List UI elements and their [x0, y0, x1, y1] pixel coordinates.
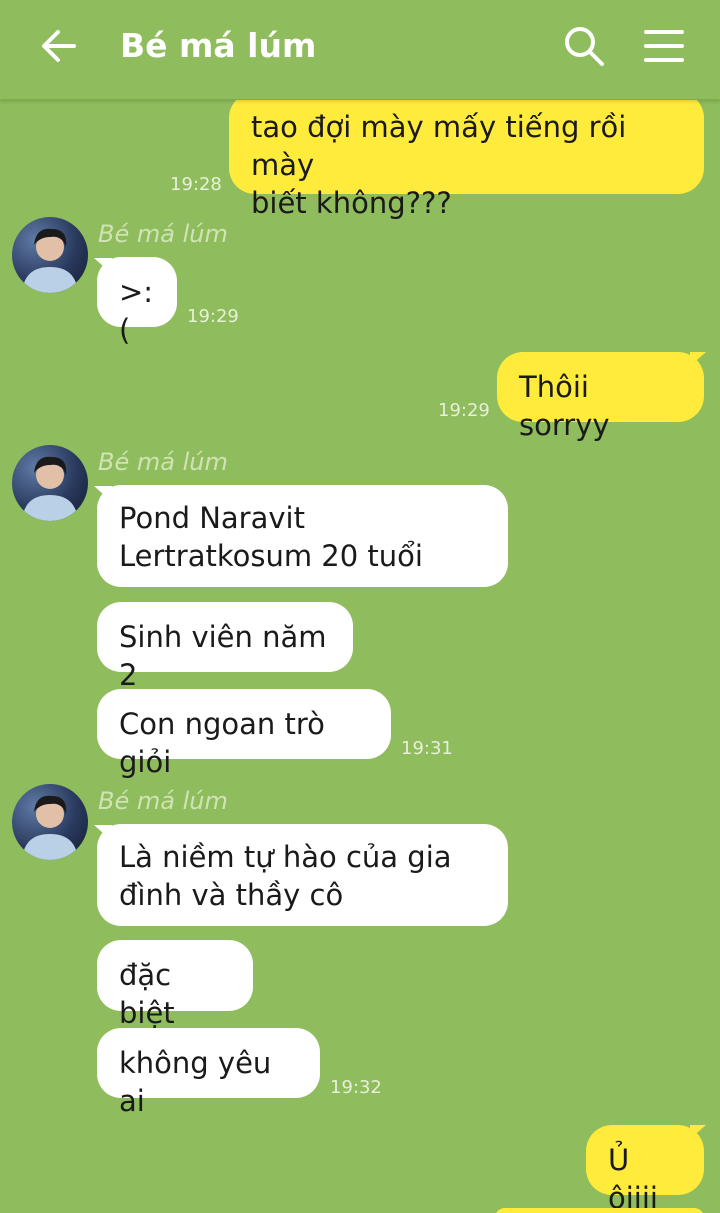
- bubble-tail: [690, 352, 706, 366]
- message-time: 19:29: [438, 400, 490, 421]
- message-bubble-incoming[interactable]: Là niềm tự hào của gia đình và thầy cô: [97, 824, 508, 926]
- message-bubble-incoming[interactable]: >:(: [97, 257, 177, 347]
- message-bubble-outgoing[interactable]: Thôii sorryy: [497, 352, 704, 442]
- sender-name: Bé má lúm: [98, 220, 228, 248]
- message-bubble-outgoing-partial: [495, 1208, 704, 1213]
- bubble-tail: [690, 1125, 706, 1139]
- arrow-left-icon: [42, 30, 76, 62]
- sender-name: Bé má lúm: [98, 787, 228, 815]
- message-bubble-incoming[interactable]: đặc biệt: [97, 940, 253, 1030]
- search-button[interactable]: [562, 24, 606, 68]
- contact-avatar[interactable]: [12, 445, 88, 521]
- contact-avatar[interactable]: [12, 217, 88, 293]
- message-bubble-outgoing[interactable]: Ủ ôiiii: [586, 1125, 704, 1213]
- sender-name: Bé má lúm: [98, 448, 228, 476]
- message-bubble-incoming[interactable]: không yêu ai: [97, 1028, 320, 1118]
- message-time: 19:29: [187, 306, 239, 327]
- chat-title: Bé má lúm: [120, 26, 317, 65]
- message-time: 19:28: [170, 174, 222, 195]
- search-icon: [565, 27, 604, 66]
- back-button[interactable]: [38, 26, 82, 66]
- message-time: 19:31: [401, 738, 453, 759]
- top-bar: Bé má lúm: [0, 0, 720, 100]
- contact-avatar[interactable]: [12, 784, 88, 860]
- menu-button[interactable]: [642, 26, 686, 66]
- message-bubble-outgoing[interactable]: tao đợi mày mấy tiếng rồi mày biết không…: [229, 92, 704, 220]
- avatar-photo: [22, 228, 78, 293]
- message-bubble-incoming[interactable]: Pond Naravit Lertratkosum 20 tuổi: [97, 485, 508, 587]
- avatar-photo: [22, 456, 78, 521]
- hamburger-menu-icon: [644, 30, 684, 62]
- message-bubble-incoming[interactable]: Sinh viên năm 2: [97, 602, 353, 692]
- message-time: 19:32: [330, 1077, 382, 1098]
- message-bubble-incoming[interactable]: Con ngoan trò giỏi: [97, 689, 391, 779]
- avatar-photo: [22, 795, 78, 860]
